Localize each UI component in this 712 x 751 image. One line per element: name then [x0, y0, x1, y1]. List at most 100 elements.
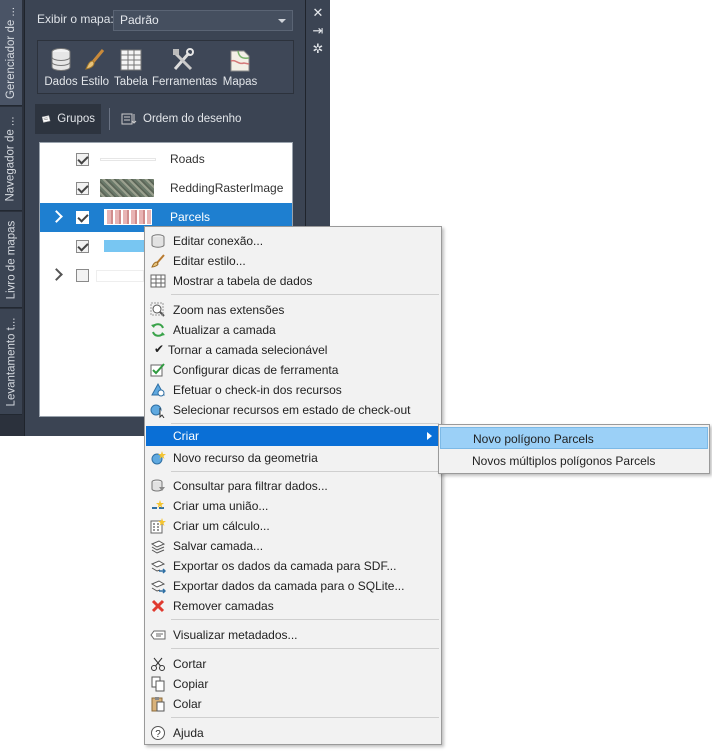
- theme-thumbnail: [104, 209, 152, 225]
- zoom-extents-icon: [150, 302, 165, 317]
- layer-row[interactable]: ReddingRasterImage: [40, 174, 292, 203]
- menu-separator: [171, 471, 439, 472]
- expand-chevron-icon[interactable]: [50, 210, 63, 223]
- menu-item-consultar[interactable]: Consultar para filtrar dados...: [146, 476, 440, 496]
- menu-item-copiar[interactable]: Copiar: [146, 674, 440, 694]
- menu-item-ajuda[interactable]: ? Ajuda: [146, 723, 440, 743]
- layer-visibility-checkbox[interactable]: [76, 211, 89, 224]
- calculator-icon: [150, 518, 166, 534]
- svg-text:?: ?: [155, 729, 161, 740]
- menu-item-exportar-sdf[interactable]: Exportar os dados da camada para SDF...: [146, 556, 440, 576]
- tooltip-config-icon: [150, 363, 165, 377]
- menu-item-atualizar-camada[interactable]: Atualizar a camada: [146, 320, 440, 340]
- layer-visibility-checkbox[interactable]: [76, 153, 89, 166]
- database-icon: [151, 234, 165, 248]
- menu-separator: [171, 294, 439, 295]
- export-icon: [150, 580, 166, 594]
- tab-levantamento[interactable]: Levantamento t...: [0, 309, 22, 415]
- map-dropdown-value: Padrão: [120, 13, 159, 27]
- metadata-icon: [150, 630, 166, 640]
- new-feature-icon: [151, 451, 166, 465]
- query-icon: [151, 479, 165, 492]
- submenu-item-novo-poligono[interactable]: Novo polígono Parcels: [440, 427, 708, 449]
- map-icon: [230, 50, 250, 72]
- menu-item-visualizar-metadados[interactable]: Visualizar metadados...: [146, 625, 440, 645]
- menu-item-zoom-extensoes[interactable]: Zoom nas extensões: [146, 300, 440, 320]
- menu-item-editar-estilo[interactable]: Editar estilo...: [146, 251, 440, 271]
- menu-item-colar[interactable]: Colar: [146, 694, 440, 714]
- export-icon: [150, 560, 166, 574]
- refresh-icon: [151, 323, 165, 337]
- view-tabs: Grupos Ordem do desenho: [35, 104, 295, 134]
- estilo-button[interactable]: Estilo: [80, 47, 110, 88]
- palette-toolbar: Dados Estilo Tabela Ferramentas Mapas: [37, 40, 294, 94]
- menu-item-tornar-selecionavel[interactable]: ✔ Tornar a camada selecionável: [146, 340, 440, 360]
- menu-item-criar[interactable]: Criar: [146, 426, 440, 446]
- groups-icon: [41, 115, 51, 123]
- brush-icon: [151, 254, 165, 268]
- expand-chevron-icon[interactable]: [50, 268, 63, 281]
- table-icon: [120, 49, 142, 71]
- mapas-button[interactable]: Mapas: [220, 47, 260, 88]
- select-checkout-icon: [150, 404, 165, 418]
- vertical-tab-strip: Gerenciador de ... Navegador de ... Livr…: [0, 0, 24, 436]
- tab-livro-de-mapas[interactable]: Livro de mapas: [0, 212, 22, 308]
- tab-divider: [109, 108, 110, 130]
- menu-separator: [171, 648, 439, 649]
- scissors-icon: [151, 657, 165, 671]
- autohide-icon[interactable]: ⇥: [308, 22, 328, 40]
- menu-item-configurar-dicas[interactable]: Configurar dicas de ferramenta: [146, 360, 440, 380]
- raster-thumbnail: [100, 179, 154, 197]
- menu-item-cortar[interactable]: Cortar: [146, 654, 440, 674]
- close-icon[interactable]: ✕: [308, 4, 328, 22]
- remove-icon: [151, 599, 165, 613]
- menu-separator: [171, 619, 439, 620]
- layer-row[interactable]: Roads: [40, 145, 292, 174]
- layer-style-preview: [100, 158, 156, 161]
- menu-item-exportar-sqlite[interactable]: Exportar dados da camada para o SQLite..…: [146, 576, 440, 596]
- dados-button[interactable]: Dados: [44, 47, 78, 88]
- criar-submenu: Novo polígono Parcels Novos múltiplos po…: [438, 424, 710, 474]
- layer-visibility-checkbox[interactable]: [76, 240, 89, 253]
- ferramentas-button[interactable]: Ferramentas: [152, 47, 217, 88]
- layer-visibility-checkbox[interactable]: [76, 269, 89, 282]
- layer-context-menu: Editar conexão... Editar estilo... Mostr…: [144, 226, 442, 745]
- tab-navegador[interactable]: Navegador de ...: [0, 107, 22, 211]
- tab-gerenciador[interactable]: Gerenciador de ...: [0, 0, 22, 106]
- menu-item-mostrar-tabela[interactable]: Mostrar a tabela de dados: [146, 271, 440, 291]
- save-layer-icon: [150, 540, 166, 554]
- menu-item-novo-recurso[interactable]: Novo recurso da geometria: [146, 448, 440, 468]
- database-icon: [51, 48, 71, 72]
- table-icon: [150, 274, 166, 288]
- paste-icon: [151, 697, 165, 712]
- menu-item-checkin[interactable]: Efetuar o check-in dos recursos: [146, 380, 440, 400]
- menu-item-remover-camadas[interactable]: Remover camadas: [146, 596, 440, 616]
- brush-icon: [85, 49, 105, 70]
- menu-separator: [171, 423, 439, 424]
- join-icon: [152, 500, 164, 509]
- menu-separator: [171, 717, 439, 718]
- menu-item-salvar-camada[interactable]: Salvar camada...: [146, 536, 440, 556]
- menu-item-criar-uniao[interactable]: Criar uma união...: [146, 496, 440, 516]
- submenu-item-novos-multiplos[interactable]: Novos múltiplos polígonos Parcels: [440, 450, 708, 472]
- chevron-down-icon: [278, 19, 286, 23]
- checkmark-icon: ✔: [154, 342, 165, 356]
- settings-icon[interactable]: ✲: [308, 40, 328, 58]
- layer-style-preview: [96, 270, 144, 282]
- menu-item-criar-calculo[interactable]: Criar um cálculo...: [146, 516, 440, 536]
- help-icon: ?: [151, 726, 165, 740]
- checkin-icon: [151, 382, 165, 397]
- menu-item-editar-conexao[interactable]: Editar conexão...: [146, 231, 440, 251]
- tabela-button[interactable]: Tabela: [114, 47, 148, 88]
- map-label: Exibir o mapa:: [37, 12, 114, 26]
- draw-order-icon: [121, 113, 137, 125]
- tab-grupos[interactable]: Grupos: [35, 104, 101, 134]
- tab-ordem-do-desenho[interactable]: Ordem do desenho: [115, 104, 265, 134]
- layer-visibility-checkbox[interactable]: [76, 182, 89, 195]
- menu-item-selecionar-checkout[interactable]: Selecionar recursos em estado de check-o…: [146, 400, 440, 420]
- copy-icon: [151, 676, 165, 692]
- tools-icon: [173, 48, 194, 71]
- chevron-right-icon: [427, 432, 432, 440]
- map-dropdown[interactable]: Padrão: [113, 10, 293, 31]
- palette-side-controls: ✕ ⇥ ✲: [308, 4, 328, 58]
